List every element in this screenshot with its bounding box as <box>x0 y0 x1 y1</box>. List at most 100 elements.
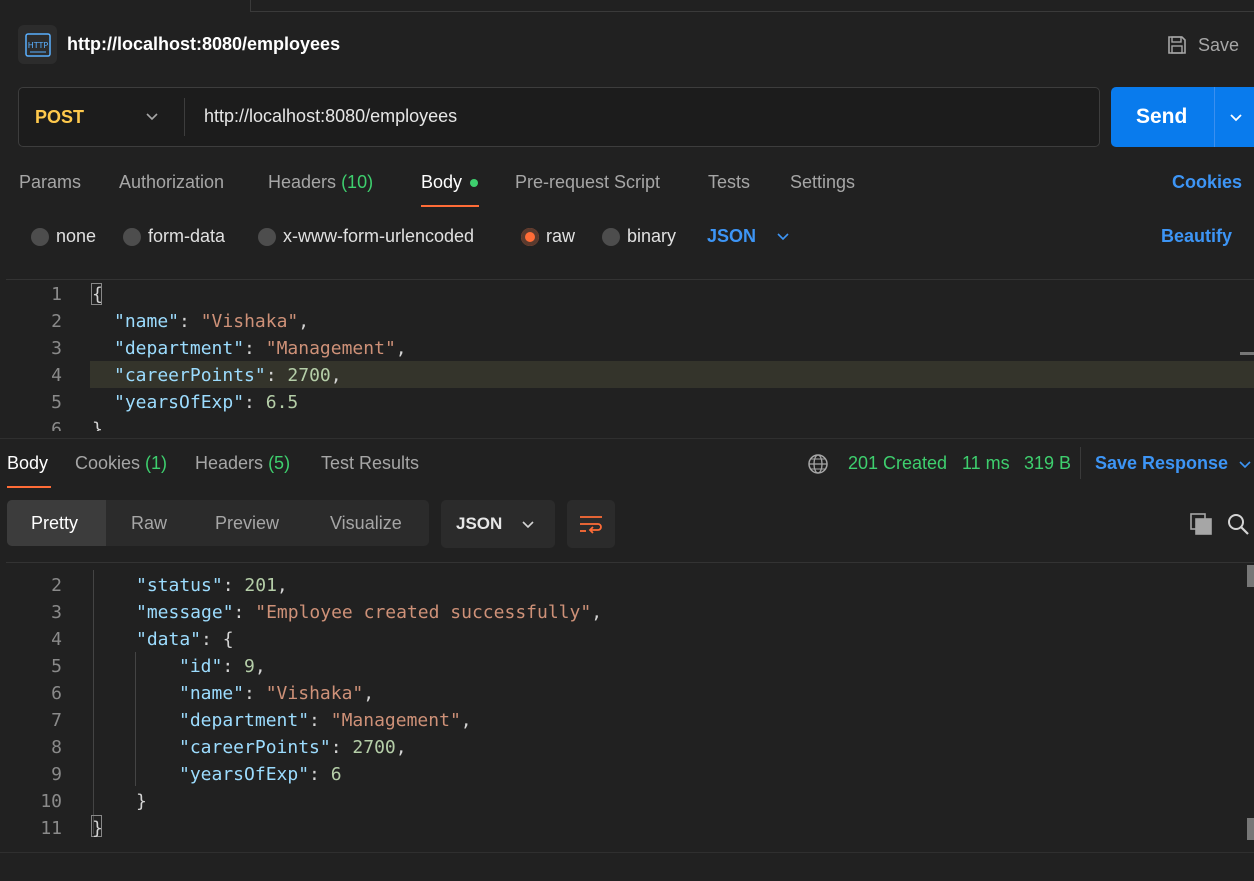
code-line: "message": "Employee created successfull… <box>136 602 603 623</box>
http-request-icon: HTTP <box>18 25 57 64</box>
line-number: 3 <box>51 338 62 359</box>
code-line: "data": { <box>136 629 234 650</box>
tab-response-cookies-label: Cookies <box>75 453 141 473</box>
divider <box>184 98 185 136</box>
tab-tests[interactable]: Tests <box>708 172 750 193</box>
code-line: "name": "Vishaka", <box>179 683 375 704</box>
line-number: 10 <box>40 791 62 812</box>
radio-urlencoded-label[interactable]: x-www-form-urlencoded <box>283 226 474 247</box>
tab-response-cookies-count: (1) <box>145 453 168 473</box>
line-number: 2 <box>51 575 62 596</box>
tab-body[interactable]: Body <box>421 172 462 193</box>
line-number: 1 <box>51 284 62 305</box>
scrollbar-marker[interactable] <box>1247 565 1254 587</box>
tab-headers-count: (10) <box>341 172 374 192</box>
tab-headers[interactable]: Headers (10) <box>268 172 373 193</box>
view-raw[interactable]: Raw <box>131 513 167 534</box>
method-select[interactable]: POST <box>35 107 84 128</box>
tab-test-results[interactable]: Test Results <box>321 453 419 474</box>
tab-response-cookies[interactable]: Cookies (1) <box>75 453 167 474</box>
save-label: Save <box>1198 34 1240 55</box>
tab-response-headers[interactable]: Headers (5) <box>195 453 290 474</box>
line-number: 5 <box>51 656 62 677</box>
code-close-brace: } <box>92 818 103 839</box>
code-line: "id": 9, <box>179 656 266 677</box>
code-open-brace: { <box>92 284 103 305</box>
chevron-down-icon[interactable] <box>144 108 160 124</box>
response-time[interactable]: 11 ms <box>962 453 1010 474</box>
radio-urlencoded[interactable] <box>258 228 276 246</box>
globe-icon[interactable] <box>806 452 830 476</box>
search-icon[interactable] <box>1226 512 1250 536</box>
tab-params[interactable]: Params <box>19 172 81 193</box>
tab-response-body[interactable]: Body <box>7 453 48 474</box>
line-number: 4 <box>51 629 62 650</box>
line-number: 8 <box>51 737 62 758</box>
radio-raw-label[interactable]: raw <box>546 226 575 247</box>
tab-settings[interactable]: Settings <box>790 172 855 193</box>
chevron-down-icon[interactable] <box>520 516 536 532</box>
tab-pre-request-script[interactable]: Pre-request Script <box>515 172 660 193</box>
beautify-link[interactable]: Beautify <box>1161 226 1232 247</box>
scrollbar-marker[interactable] <box>1247 818 1254 840</box>
divider <box>1214 87 1215 147</box>
line-number: 5 <box>51 392 62 413</box>
view-visualize[interactable]: Visualize <box>330 513 402 534</box>
save-icon <box>1168 36 1186 54</box>
active-tab-underline <box>7 486 51 488</box>
line-number: 11 <box>40 818 62 839</box>
line-number: 6 <box>51 683 62 704</box>
radio-raw[interactable] <box>521 228 539 246</box>
wrap-lines-button[interactable] <box>567 500 615 548</box>
radio-none[interactable] <box>31 228 49 246</box>
indent-guide <box>135 652 136 786</box>
divider <box>0 852 1254 853</box>
radio-binary-label[interactable]: binary <box>627 226 676 247</box>
scrollbar-marker <box>1240 352 1254 355</box>
chevron-down-icon[interactable] <box>1237 456 1253 472</box>
request-title: http://localhost:8080/employees <box>67 34 341 54</box>
code-close-brace: } <box>92 419 103 431</box>
code-line: "yearsOfExp": 6 <box>179 764 342 785</box>
send-label[interactable]: Send <box>1136 105 1187 129</box>
tab-response-headers-label: Headers <box>195 453 264 473</box>
chevron-down-icon[interactable] <box>775 228 791 244</box>
code-line: "yearsOfExp": 6.5 <box>114 392 299 413</box>
code-line: "name": "Vishaka", <box>114 311 310 332</box>
tab-authorization[interactable]: Authorization <box>119 172 224 193</box>
radio-binary[interactable] <box>602 228 620 246</box>
line-number: 4 <box>51 365 62 386</box>
line-number: 9 <box>51 764 62 785</box>
tab-response-headers-count: (5) <box>268 453 291 473</box>
indent-guide <box>93 570 94 834</box>
radio-form-data[interactable] <box>123 228 141 246</box>
line-number: 3 <box>51 602 62 623</box>
radio-form-data-label[interactable]: form-data <box>148 226 225 247</box>
svg-text:HTTP: HTTP <box>27 41 48 50</box>
response-size[interactable]: 319 B <box>1024 453 1071 474</box>
code-line: "department": "Management", <box>179 710 472 731</box>
line-number: 2 <box>51 311 62 332</box>
line-number: 6 <box>51 419 62 431</box>
code-line: "status": 201, <box>136 575 288 596</box>
save-response-button[interactable]: Save Response <box>1095 453 1228 474</box>
url-input[interactable]: http://localhost:8080/employees <box>204 106 457 127</box>
chevron-down-icon[interactable] <box>1227 108 1245 126</box>
body-indicator-dot <box>470 179 478 187</box>
cookies-link[interactable]: Cookies <box>1172 172 1242 193</box>
code-line: "careerPoints": 2700, <box>114 365 342 386</box>
status-badge[interactable]: 201 Created <box>848 453 947 474</box>
view-preview[interactable]: Preview <box>215 513 279 534</box>
response-format-label[interactable]: JSON <box>456 514 502 534</box>
view-pretty[interactable]: Pretty <box>31 513 78 534</box>
response-body-viewer[interactable] <box>6 562 1254 563</box>
divider <box>0 438 1254 439</box>
save-button[interactable]: Save <box>1166 32 1239 58</box>
copy-icon[interactable] <box>1189 512 1213 536</box>
wrap-lines-icon <box>580 516 602 534</box>
code-close-brace: } <box>136 791 147 812</box>
radio-none-label[interactable]: none <box>56 226 96 247</box>
divider <box>1080 447 1081 479</box>
tab-headers-label: Headers <box>268 172 337 192</box>
body-type-select[interactable]: JSON <box>707 226 756 247</box>
